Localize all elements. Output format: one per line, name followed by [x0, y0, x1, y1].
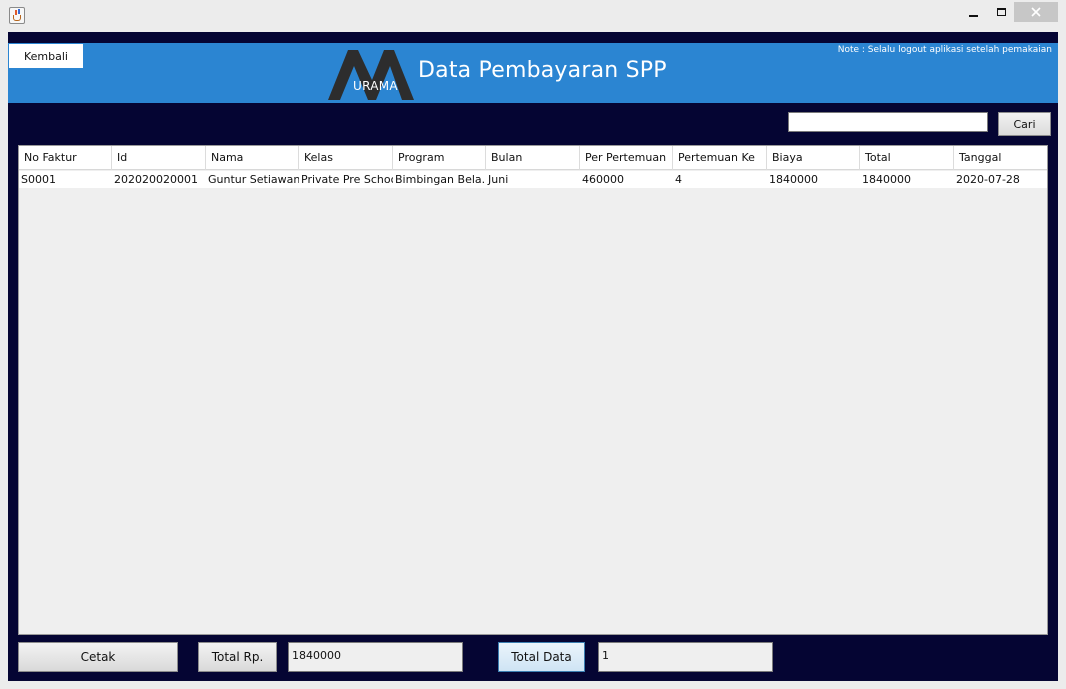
app-frame: Kembali URAMA Data Pembayaran SPP Note :…	[8, 32, 1058, 681]
table-row[interactable]: S0001 202020020001 Guntur Setiawan Priva…	[19, 171, 1047, 188]
cell-bulan: Juni	[488, 173, 509, 186]
column-header-tanggal[interactable]: Tanggal	[954, 146, 1047, 170]
total-rp-button[interactable]: Total Rp.	[198, 642, 277, 672]
total-data-button[interactable]: Total Data	[498, 642, 585, 672]
table-header: No Faktur Id Nama Kelas Program Bulan Pe…	[19, 146, 1047, 170]
print-button[interactable]: Cetak	[18, 642, 178, 672]
column-header-bulan[interactable]: Bulan	[486, 146, 580, 170]
window-titlebar	[0, 0, 1066, 32]
column-header-id[interactable]: Id	[112, 146, 206, 170]
maximize-icon	[996, 8, 1006, 16]
minimize-icon	[968, 15, 978, 17]
logout-note: Note : Selalu logout aplikasi setelah pe…	[837, 45, 1052, 55]
total-rp-field[interactable]: 1840000	[288, 642, 463, 672]
minimize-button[interactable]	[958, 2, 988, 22]
column-header-kelas[interactable]: Kelas	[299, 146, 393, 170]
search-input[interactable]	[788, 112, 988, 132]
logo-text: URAMA	[353, 79, 398, 93]
payment-table[interactable]: No Faktur Id Nama Kelas Program Bulan Pe…	[18, 145, 1048, 635]
cell-biaya: 1840000	[769, 173, 818, 186]
header-banner: Kembali URAMA Data Pembayaran SPP Note :…	[8, 43, 1058, 103]
column-header-biaya[interactable]: Biaya	[767, 146, 860, 170]
java-app-icon	[9, 7, 25, 24]
cell-pertemuan-ke: 4	[675, 173, 682, 186]
cell-per-pertemuan: 460000	[582, 173, 624, 186]
column-header-pertemuan-ke[interactable]: Pertemuan Ke	[673, 146, 767, 170]
back-button[interactable]: Kembali	[9, 44, 83, 68]
cell-kelas: Private Pre School	[301, 173, 393, 186]
column-header-per-pertemuan[interactable]: Per Pertemuan	[580, 146, 673, 170]
search-button[interactable]: Cari	[998, 112, 1051, 136]
column-header-nama[interactable]: Nama	[206, 146, 299, 170]
cell-id: 202020020001	[114, 173, 198, 186]
column-header-total[interactable]: Total	[860, 146, 954, 170]
total-data-field[interactable]: 1	[598, 642, 773, 672]
cell-no-faktur: S0001	[21, 173, 56, 186]
column-header-no-faktur[interactable]: No Faktur	[19, 146, 112, 170]
cell-tanggal: 2020-07-28	[956, 173, 1020, 186]
maximize-button[interactable]	[986, 2, 1016, 22]
cell-total: 1840000	[862, 173, 911, 186]
page-title: Data Pembayaran SPP	[418, 58, 667, 83]
close-button[interactable]	[1014, 2, 1058, 22]
column-header-program[interactable]: Program	[393, 146, 486, 170]
cell-program: Bimbingan Bela...	[395, 173, 486, 186]
close-icon	[1031, 7, 1041, 17]
cell-nama: Guntur Setiawan	[208, 173, 299, 186]
